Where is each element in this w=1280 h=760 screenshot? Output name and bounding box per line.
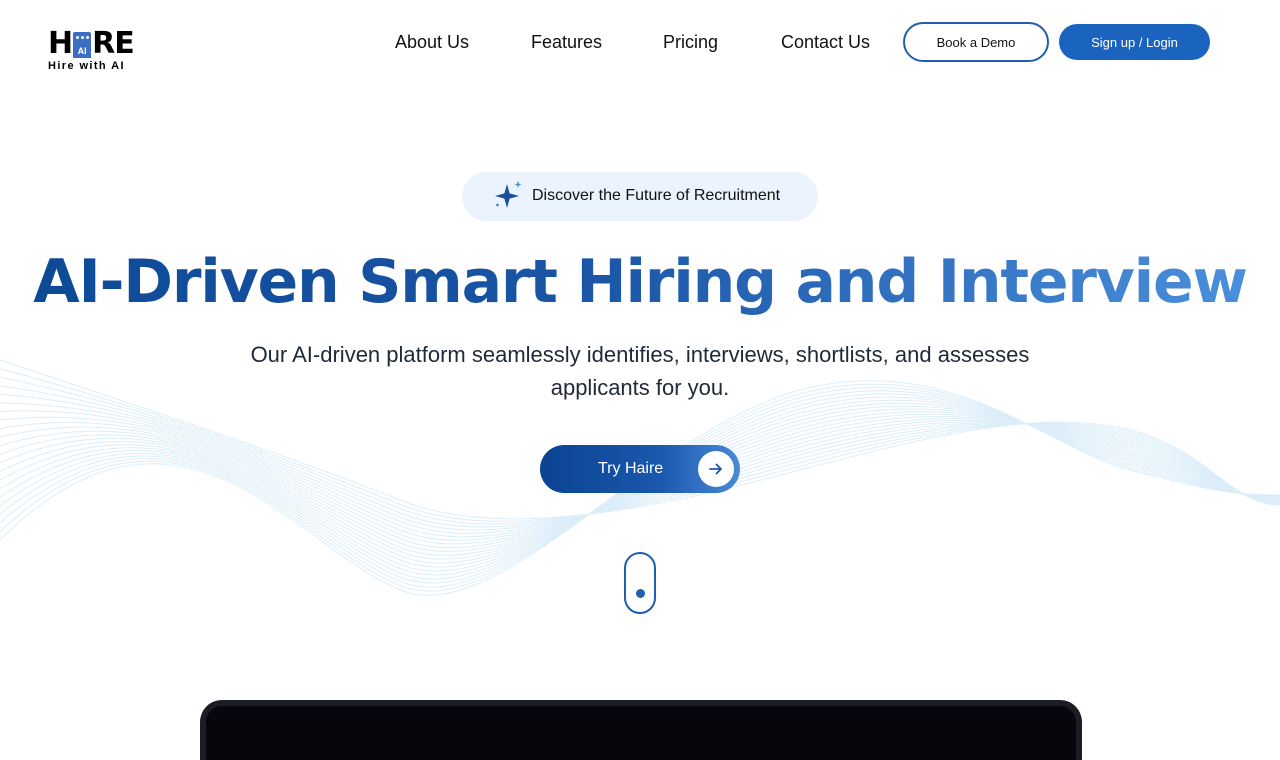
- nav-pricing[interactable]: Pricing: [663, 30, 718, 54]
- scroll-indicator-icon[interactable]: [624, 552, 656, 614]
- signup-login-button[interactable]: Sign up / Login: [1059, 24, 1210, 60]
- try-haire-button[interactable]: Try Haire: [540, 445, 740, 493]
- discover-badge: Discover the Future of Recruitment: [462, 172, 818, 221]
- logo-ai-text: AI: [77, 46, 87, 56]
- book-demo-button[interactable]: Book a Demo: [903, 22, 1049, 62]
- logo-tagline: Hire with AI: [48, 60, 125, 72]
- hero-headline: AI-Driven Smart Hiring and Interview: [0, 246, 1280, 318]
- sparkle-icon: [495, 181, 522, 208]
- logo[interactable]: H AI RE Hire with AI: [48, 26, 152, 73]
- dashboard-preview-frame: [200, 700, 1082, 760]
- nav-about-us[interactable]: About Us: [395, 30, 469, 54]
- logo-ai-icon: AI: [73, 32, 92, 58]
- nav-contact-us[interactable]: Contact Us: [781, 30, 870, 54]
- nav-features[interactable]: Features: [531, 30, 602, 54]
- site-header: H AI RE Hire with AI About Us Features P…: [0, 0, 1280, 84]
- logo-letters-left: H: [48, 26, 73, 61]
- scroll-indicator-dot: [636, 589, 645, 598]
- try-haire-label: Try Haire: [598, 460, 664, 477]
- hero-subheadline: Our AI-driven platform seamlessly identi…: [250, 342, 1030, 400]
- logo-wordmark: H AI RE: [48, 26, 152, 61]
- badge-text: Discover the Future of Recruitment: [532, 187, 781, 204]
- logo-letters-right: RE: [92, 26, 135, 61]
- hero-headline-text: AI-Driven Smart Hiring and Interview: [33, 247, 1248, 317]
- arrow-right-icon: [698, 451, 734, 487]
